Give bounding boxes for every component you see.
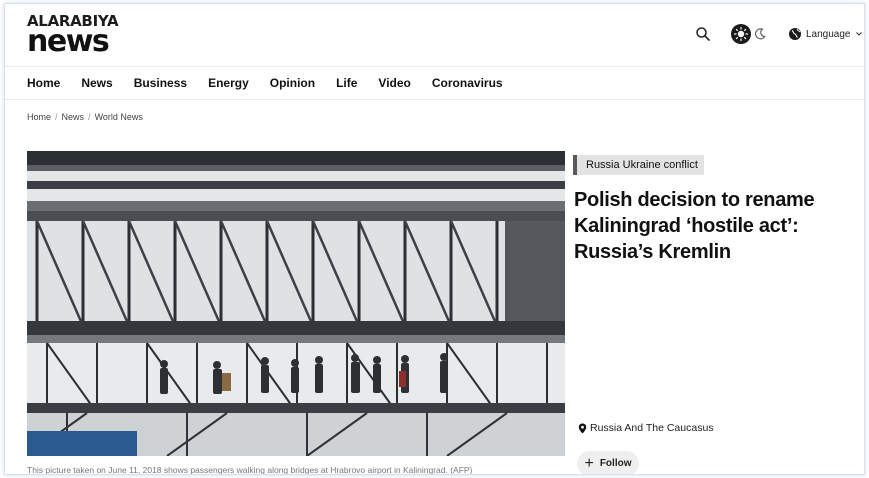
browser-page: ALARABIYA news Language Home News Busine…: [4, 3, 865, 475]
nav-item-life[interactable]: Life: [336, 76, 357, 90]
breadcrumb-item-home[interactable]: Home: [27, 112, 51, 122]
logo-news-text: news: [27, 24, 110, 59]
theme-toggle[interactable]: [731, 24, 771, 44]
site-logo[interactable]: ALARABIYA news: [27, 14, 119, 59]
article-hero-image: [27, 151, 565, 456]
follow-button[interactable]: + Follow: [577, 451, 639, 474]
breadcrumb-separator: /: [88, 112, 91, 122]
follow-label: Follow: [599, 458, 632, 469]
language-selector[interactable]: Language: [788, 25, 863, 43]
globe-icon: [789, 28, 801, 40]
breadcrumb-separator: /: [55, 112, 58, 122]
nav-item-coronavirus[interactable]: Coronavirus: [432, 76, 503, 90]
moon-icon[interactable]: [753, 27, 767, 41]
nav-item-news[interactable]: News: [81, 76, 112, 90]
nav-item-opinion[interactable]: Opinion: [270, 76, 315, 90]
location-link[interactable]: Russia And The Caucasus: [578, 422, 714, 434]
breadcrumb: Home / News / World News: [27, 112, 143, 122]
location-label: Russia And The Caucasus: [590, 422, 714, 434]
plus-icon: +: [584, 454, 594, 472]
location-pin-icon: [578, 423, 587, 433]
chevron-down-icon: [855, 32, 862, 36]
site-header: ALARABIYA news Language: [5, 4, 864, 66]
topic-tag[interactable]: Russia Ukraine conflict: [573, 155, 704, 175]
search-button[interactable]: [695, 26, 711, 42]
article-headline: Polish decision to rename Kaliningrad ‘h…: [574, 189, 815, 263]
nav-item-energy[interactable]: Energy: [208, 76, 249, 90]
main-navigation: Home News Business Energy Opinion Life V…: [5, 66, 864, 100]
sun-icon[interactable]: [731, 24, 751, 44]
nav-item-home[interactable]: Home: [27, 76, 60, 90]
nav-item-video[interactable]: Video: [378, 76, 410, 90]
breadcrumb-item-news[interactable]: News: [62, 112, 85, 122]
image-caption: This picture taken on June 11, 2018 show…: [27, 465, 473, 475]
breadcrumb-item-world-news[interactable]: World News: [95, 112, 143, 122]
search-icon: [696, 27, 710, 41]
language-label: Language: [806, 28, 851, 40]
nav-item-business[interactable]: Business: [134, 76, 187, 90]
